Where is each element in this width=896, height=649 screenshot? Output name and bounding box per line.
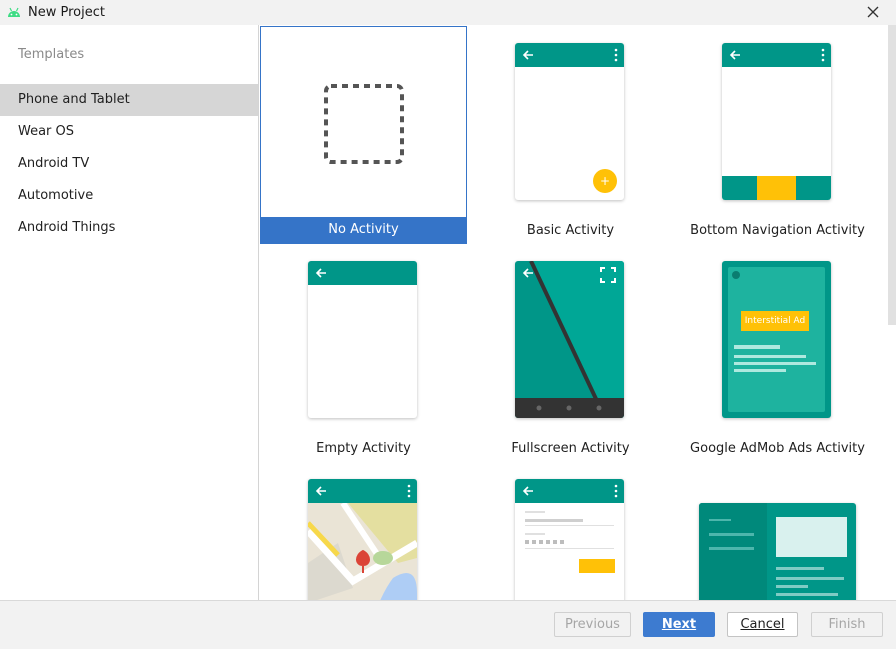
- fullscreen-icon: [600, 267, 616, 283]
- password-field-dots: [525, 540, 565, 544]
- fab-add-icon: +: [593, 169, 617, 193]
- text-line: [734, 369, 786, 372]
- android-logo-icon: [8, 7, 20, 17]
- list-line: [709, 533, 754, 536]
- template-fullscreen-activity[interactable]: Fullscreen Activity: [467, 244, 674, 462]
- app-bar: [722, 43, 831, 67]
- finish-button[interactable]: Finish: [811, 612, 883, 637]
- form-hint-line: [525, 533, 545, 535]
- template-google-maps-activity[interactable]: [260, 462, 467, 600]
- vertical-scrollbar[interactable]: [888, 25, 896, 600]
- template-empty-activity[interactable]: Empty Activity: [260, 244, 467, 462]
- sidebar-item-wear-os[interactable]: Wear OS: [0, 116, 258, 148]
- back-arrow-icon: [315, 268, 326, 278]
- template-label: Google AdMob Ads Activity: [690, 441, 865, 456]
- phone-preview: [308, 261, 417, 418]
- previous-button[interactable]: Previous: [554, 612, 631, 637]
- app-bar: [308, 479, 417, 503]
- cancel-button-label: Cancel: [740, 617, 785, 632]
- template-label: Basic Activity: [526, 223, 615, 238]
- template-no-activity[interactable]: No Activity: [260, 26, 467, 244]
- window-title: New Project: [28, 5, 105, 20]
- ad-badge-dot: [732, 271, 740, 279]
- app-bar: [308, 261, 417, 285]
- list-line: [709, 519, 731, 521]
- new-project-dialog: New Project Templates Phone and Tablet W…: [0, 0, 896, 649]
- template-login-activity[interactable]: [467, 462, 674, 600]
- text-line: [734, 345, 780, 349]
- sidebar-item-phone-and-tablet[interactable]: Phone and Tablet: [0, 84, 258, 116]
- detail-image: [776, 517, 847, 557]
- overflow-menu-icon: [821, 48, 825, 62]
- template-master-detail-flow[interactable]: [674, 462, 881, 600]
- list-line: [709, 547, 754, 550]
- overflow-menu-icon: [614, 48, 618, 62]
- template-label: No Activity: [261, 217, 466, 243]
- phone-preview: +: [515, 43, 624, 200]
- field-underline: [525, 525, 614, 526]
- back-arrow-icon: [522, 50, 533, 60]
- text-line: [734, 362, 816, 365]
- empty-placeholder-icon: [324, 84, 404, 164]
- sidebar-item-android-things[interactable]: Android Things: [0, 212, 258, 244]
- phone-preview: [308, 479, 417, 600]
- title-bar: New Project: [0, 0, 896, 25]
- scrollbar-thumb[interactable]: [888, 25, 896, 325]
- ad-card: Interstitial Ad: [728, 267, 825, 412]
- bottom-navigation-bar: [722, 176, 831, 200]
- back-arrow-icon: [522, 486, 533, 496]
- template-label: Bottom Navigation Activity: [690, 223, 865, 238]
- detail-line: [776, 577, 844, 580]
- next-button[interactable]: Next: [643, 612, 715, 637]
- form-hint-line: [525, 511, 545, 513]
- dialog-footer: Previous Next Cancel Finish: [0, 600, 896, 649]
- template-label: Fullscreen Activity: [511, 441, 630, 456]
- sidebar-item-android-tv[interactable]: Android TV: [0, 148, 258, 180]
- detail-line: [776, 593, 838, 596]
- back-arrow-icon: [522, 268, 533, 278]
- close-icon[interactable]: [864, 3, 882, 21]
- phone-preview: [515, 479, 624, 600]
- map-graphic: [308, 503, 417, 600]
- sidebar-heading: Templates: [18, 47, 85, 62]
- interstitial-ad-label: Interstitial Ad: [741, 311, 809, 331]
- phone-preview: [722, 43, 831, 200]
- phone-preview: [515, 261, 624, 418]
- template-label: Empty Activity: [316, 441, 411, 456]
- email-field-line: [525, 519, 583, 522]
- app-bar: [515, 43, 624, 67]
- master-list-pane: [699, 503, 767, 600]
- back-arrow-icon: [729, 50, 740, 60]
- detail-line: [776, 585, 808, 588]
- text-line: [734, 355, 806, 358]
- template-basic-activity[interactable]: + Basic Activity: [467, 26, 674, 244]
- cancel-button[interactable]: Cancel: [727, 612, 798, 637]
- sign-in-button-graphic: [579, 559, 615, 573]
- template-bottom-navigation-activity[interactable]: Bottom Navigation Activity: [674, 26, 881, 244]
- detail-line: [776, 567, 824, 570]
- app-bar: [515, 479, 624, 503]
- phone-preview: Interstitial Ad: [722, 261, 831, 418]
- tablet-preview: [699, 503, 856, 600]
- next-button-label: Next: [661, 617, 697, 632]
- field-underline: [525, 548, 614, 549]
- template-google-admob-ads-activity[interactable]: Interstitial Ad Google AdMob Ads Activit…: [674, 244, 881, 462]
- sidebar-item-automotive[interactable]: Automotive: [0, 180, 258, 212]
- back-arrow-icon: [315, 486, 326, 496]
- overflow-menu-icon: [614, 484, 618, 498]
- fullscreen-diagonal-graphic: [515, 261, 624, 418]
- template-grid: No Activity + Basic Activity Bottom Navi…: [258, 25, 896, 600]
- template-category-sidebar: Templates Phone and Tablet Wear OS Andro…: [0, 25, 258, 600]
- overflow-menu-icon: [407, 484, 411, 498]
- bottom-nav-selected-item: [757, 176, 796, 200]
